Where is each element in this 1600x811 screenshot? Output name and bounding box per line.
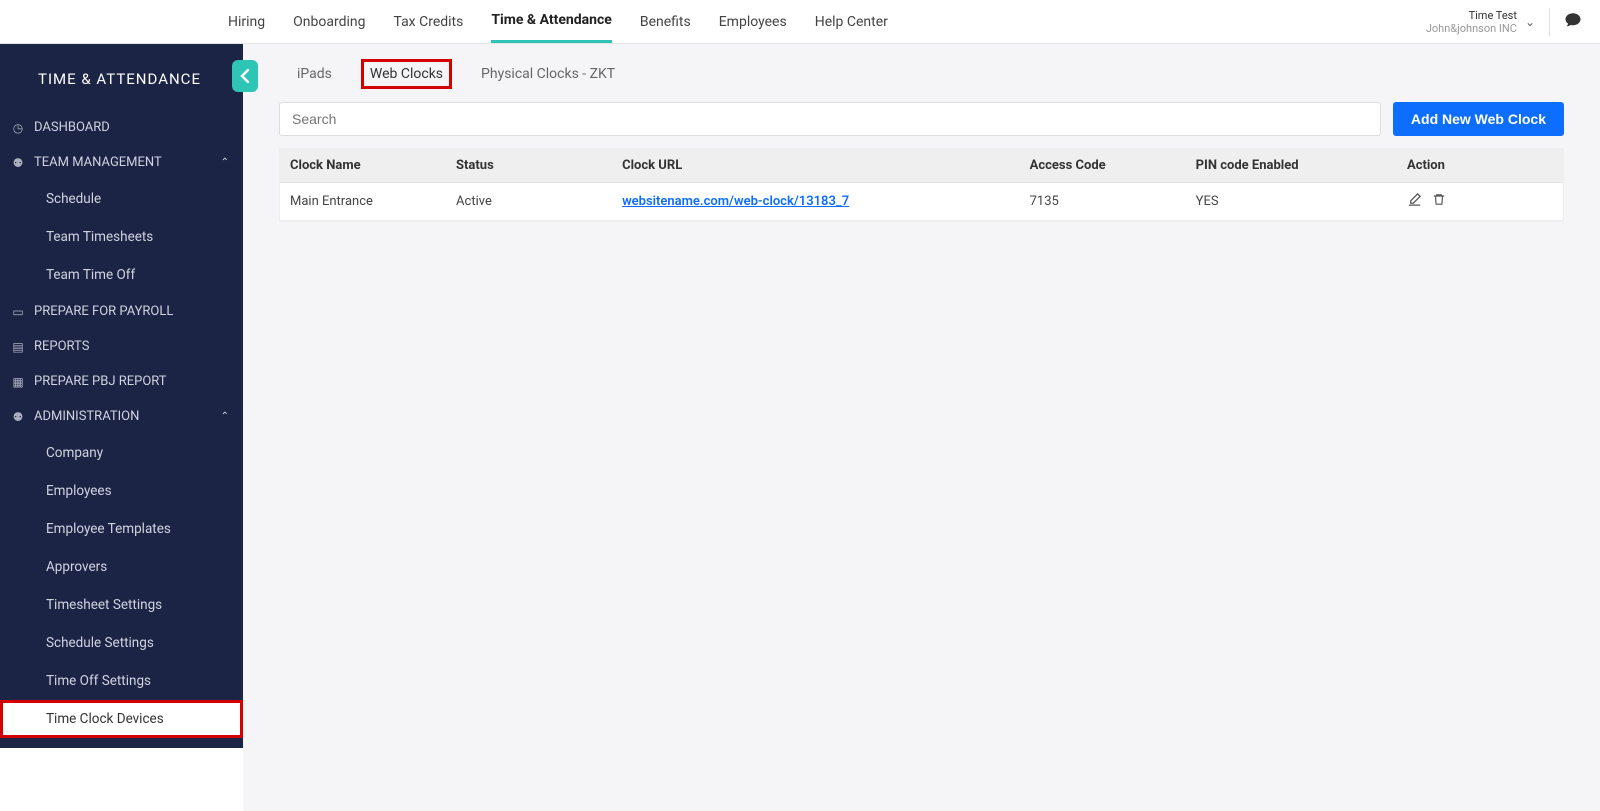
dashboard-icon: ◷	[8, 121, 28, 135]
reports-icon: ▤	[8, 340, 28, 354]
delete-icon[interactable]	[1432, 192, 1446, 211]
sidebar-item-label: PREPARE PBJ REPORT	[34, 374, 167, 389]
sidebar-employees[interactable]: Employees	[0, 472, 243, 510]
main-content: iPads Web Clocks Physical Clocks - ZKT A…	[243, 44, 1600, 811]
divider	[1549, 8, 1550, 36]
sidebar-item-label: Schedule Settings	[46, 635, 154, 651]
sidebar-pbj-report[interactable]: ▦ PREPARE PBJ REPORT	[0, 364, 243, 399]
chevron-up-icon: ⌃	[221, 411, 229, 422]
chevron-up-icon: ⌃	[221, 157, 229, 168]
sidebar-dashboard[interactable]: ◷ DASHBOARD	[0, 110, 243, 145]
sidebar-time-clock-devices[interactable]: Time Clock Devices	[0, 700, 243, 738]
sidebar-approvers[interactable]: Approvers	[0, 548, 243, 586]
sidebar-reports[interactable]: ▤ REPORTS	[0, 329, 243, 364]
chat-icon[interactable]	[1564, 11, 1582, 33]
sidebar-item-label: ADMINISTRATION	[34, 409, 139, 424]
tab-physical-clocks[interactable]: Physical Clocks - ZKT	[475, 62, 621, 86]
user-menu[interactable]: Time Test John&johnson INC	[1426, 9, 1517, 35]
sidebar-timesheet-settings[interactable]: Timesheet Settings	[0, 586, 243, 624]
table-row: Main Entrance Active websitename.com/web…	[280, 183, 1563, 221]
col-access-code: Access Code	[1020, 149, 1186, 183]
user-name: Time Test	[1426, 9, 1517, 22]
nav-tax-credits[interactable]: Tax Credits	[393, 2, 463, 42]
cell-access-code: 7135	[1020, 183, 1186, 221]
sidebar-team-time-off[interactable]: Team Time Off	[0, 256, 243, 294]
sidebar-item-label: Time Clock Devices	[46, 711, 164, 727]
sidebar-item-label: DASHBOARD	[34, 120, 110, 135]
cell-pin-enabled: YES	[1186, 183, 1397, 221]
pbj-icon: ▦	[8, 375, 28, 389]
nav-time-attendance[interactable]: Time & Attendance	[491, 0, 611, 43]
sidebar-team-timesheets[interactable]: Team Timesheets	[0, 218, 243, 256]
sidebar-prepare-payroll[interactable]: ▭ PREPARE FOR PAYROLL	[0, 294, 243, 329]
sidebar-title: TIME & ATTENDANCE	[0, 44, 243, 110]
nav-help-center[interactable]: Help Center	[815, 2, 888, 42]
nav-employees[interactable]: Employees	[719, 2, 787, 42]
device-tabs: iPads Web Clocks Physical Clocks - ZKT	[243, 44, 1600, 88]
cell-status: Active	[446, 183, 612, 221]
search-input[interactable]	[279, 102, 1381, 136]
tab-web-clocks[interactable]: Web Clocks	[364, 62, 449, 86]
sidebar-collapse-button[interactable]	[232, 60, 258, 92]
col-clock-url: Clock URL	[612, 149, 1020, 183]
sidebar-item-label: Timesheet Settings	[46, 597, 162, 613]
payroll-icon: ▭	[8, 305, 28, 319]
admin-icon: ⚉	[8, 410, 28, 424]
sidebar-item-label: PREPARE FOR PAYROLL	[34, 304, 173, 319]
sidebar-item-label: Team Timesheets	[46, 229, 153, 245]
clock-url-link[interactable]: websitename.com/web-clock/13183_7	[622, 194, 849, 209]
user-company: John&johnson INC	[1426, 22, 1517, 35]
sidebar-administration[interactable]: ⚉ ADMINISTRATION ⌃	[0, 399, 243, 434]
nav-benefits[interactable]: Benefits	[640, 2, 691, 42]
col-clock-name: Clock Name	[280, 149, 446, 183]
col-pin-enabled: PIN code Enabled	[1186, 149, 1397, 183]
sidebar-item-label: Employees	[46, 483, 112, 499]
team-icon: ⚉	[8, 156, 28, 170]
cell-clock-name: Main Entrance	[280, 183, 446, 221]
add-web-clock-button[interactable]: Add New Web Clock	[1393, 102, 1564, 136]
sidebar-item-label: Employee Templates	[46, 521, 171, 537]
sidebar-time-off-settings[interactable]: Time Off Settings	[0, 662, 243, 700]
sidebar-item-label: REPORTS	[34, 339, 89, 354]
sidebar-team-management[interactable]: ⚉ TEAM MANAGEMENT ⌃	[0, 145, 243, 180]
nav-hiring[interactable]: Hiring	[228, 2, 265, 42]
tab-ipads[interactable]: iPads	[291, 62, 338, 86]
sidebar-item-label: Company	[46, 445, 103, 461]
sidebar-item-label: Time Off Settings	[46, 673, 151, 689]
top-nav: Hiring Onboarding Tax Credits Time & Att…	[0, 0, 1600, 44]
col-action: Action	[1397, 149, 1563, 183]
sidebar-item-label: Approvers	[46, 559, 107, 575]
sidebar-schedule-settings[interactable]: Schedule Settings	[0, 624, 243, 662]
sidebar: TIME & ATTENDANCE ◷ DASHBOARD ⚉ TEAM MAN…	[0, 44, 243, 748]
edit-icon[interactable]	[1407, 192, 1422, 211]
sidebar-item-label: Team Time Off	[46, 267, 135, 283]
clocks-table: Clock Name Status Clock URL Access Code …	[279, 148, 1564, 222]
sidebar-schedule[interactable]: Schedule	[0, 180, 243, 218]
col-status: Status	[446, 149, 612, 183]
sidebar-company[interactable]: Company	[0, 434, 243, 472]
nav-onboarding[interactable]: Onboarding	[293, 2, 365, 42]
sidebar-item-label: TEAM MANAGEMENT	[34, 155, 162, 170]
sidebar-employee-templates[interactable]: Employee Templates	[0, 510, 243, 548]
chevron-down-icon[interactable]: ⌄	[1525, 15, 1535, 29]
sidebar-item-label: Schedule	[46, 191, 101, 207]
